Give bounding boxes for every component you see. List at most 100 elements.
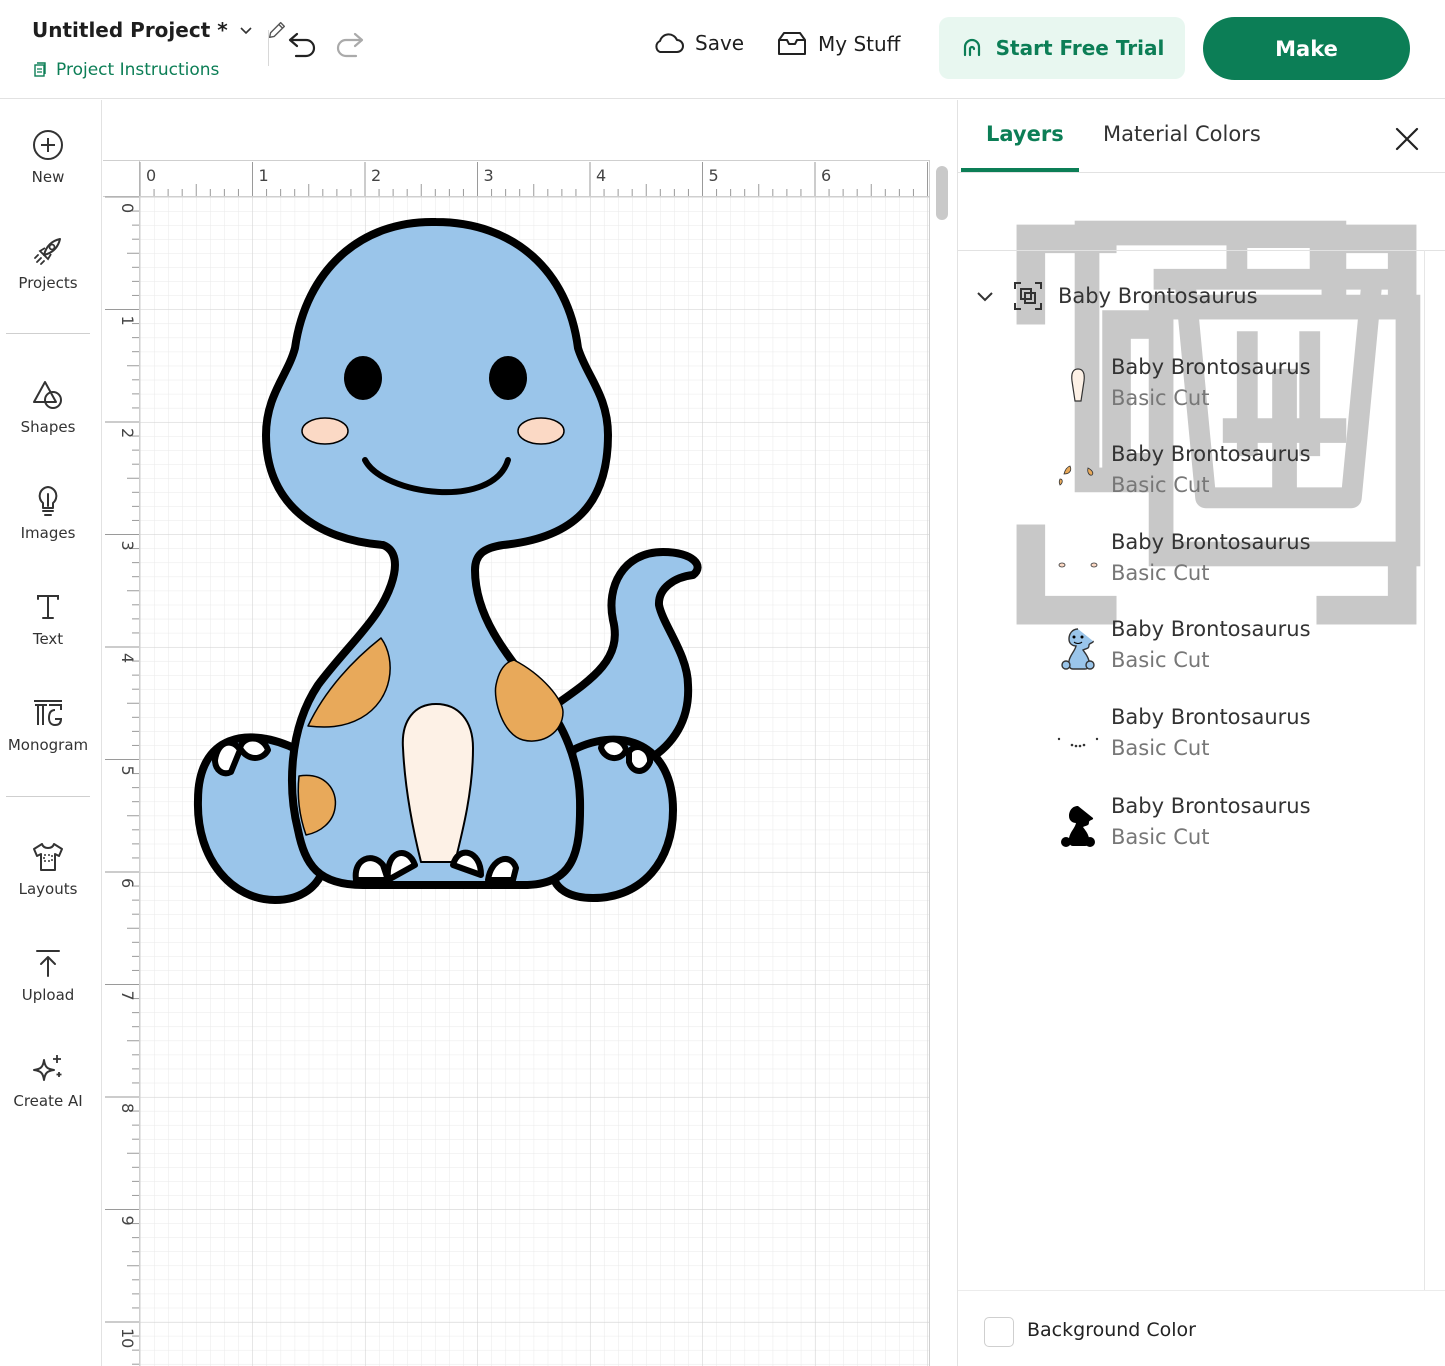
layer-thumbnail <box>1061 628 1095 670</box>
ruler-label-left: 2 <box>118 428 137 438</box>
layer-item[interactable]: Baby Brontosaurus Basic Cut <box>1054 705 1414 775</box>
toolbar-item-projects[interactable]: Projects <box>0 234 96 292</box>
dino-eye <box>489 356 527 400</box>
ruler-label-left: 4 <box>118 653 137 663</box>
panel-scroll-track <box>1424 250 1425 1290</box>
layer-thumbnail <box>1058 562 1098 568</box>
toolbar-label: Layouts <box>18 880 78 898</box>
start-free-trial-button[interactable]: Start Free Trial <box>939 17 1185 79</box>
background-color-checkbox[interactable] <box>984 1317 1014 1347</box>
project-title-menu[interactable]: Untitled Project * <box>32 18 288 42</box>
layer-item[interactable]: Baby Brontosaurus Basic Cut <box>1054 617 1414 687</box>
toolbar-item-text[interactable]: Text <box>0 590 96 648</box>
toolbar-item-upload[interactable]: Upload <box>0 946 96 1004</box>
background-color-label: Background Color <box>1027 1319 1196 1341</box>
close-icon[interactable] <box>1394 126 1420 152</box>
cloud-icon <box>655 33 684 53</box>
layer-item[interactable]: Baby Brontosaurus Basic Cut <box>1054 355 1414 425</box>
toolbar-item-new[interactable]: New <box>0 128 96 186</box>
toolbar-label: Monogram <box>7 736 89 754</box>
layer-item[interactable]: Baby Brontosaurus Basic Cut <box>1054 794 1414 864</box>
tab-layers[interactable]: Layers <box>986 122 1064 146</box>
toolbar-item-create-ai[interactable]: Create AI <box>0 1052 96 1110</box>
layer-operation: Basic Cut <box>1111 648 1210 672</box>
my-stuff-label: My Stuff <box>818 32 901 56</box>
ruler-label-top: 3 <box>484 166 494 185</box>
layer-operation: Basic Cut <box>1111 386 1210 410</box>
top-ruler <box>103 160 930 197</box>
toolbar-item-layouts[interactable]: Layouts <box>0 840 96 898</box>
redo-icon[interactable] <box>334 30 368 62</box>
ruler-label-top: 0 <box>146 166 156 185</box>
canvas-scrollbar[interactable] <box>936 166 948 220</box>
layer-operation: Basic Cut <box>1111 825 1210 849</box>
make-button[interactable]: Make <box>1203 17 1410 80</box>
tabs-divider <box>958 172 1445 173</box>
chevron-down-icon[interactable] <box>974 285 996 307</box>
trial-label: Start Free Trial <box>995 36 1165 60</box>
toolbar-item-monogram[interactable]: Monogram <box>0 696 96 754</box>
tab-material-colors[interactable]: Material Colors <box>1103 122 1261 146</box>
layer-name: Baby Brontosaurus <box>1111 617 1311 641</box>
layer-name: Baby Brontosaurus <box>1111 355 1311 379</box>
lightbulb-icon <box>38 486 58 516</box>
save-button[interactable]: Save <box>651 30 744 56</box>
ruler-label-left: 0 <box>118 203 137 213</box>
ruler-label-left: 3 <box>118 541 137 551</box>
ruler-label-left: 1 <box>118 316 137 326</box>
layer-thumbnail <box>1058 465 1094 486</box>
layer-operation: Basic Cut <box>1111 561 1210 585</box>
group-icon <box>1014 282 1042 310</box>
layer-group-row[interactable]: Baby Brontosaurus <box>974 280 1258 312</box>
actions-divider <box>958 250 1445 251</box>
chevron-down-icon[interactable] <box>238 22 254 38</box>
dino-cheek <box>517 417 565 445</box>
ruler-label-top: 4 <box>596 166 606 185</box>
plus-circle-icon <box>33 130 63 160</box>
toolbar-label: Images <box>20 524 76 542</box>
toolbar-label: Projects <box>18 274 78 292</box>
ruler-label-top: 5 <box>709 166 719 185</box>
layer-item[interactable]: Baby Brontosaurus Basic Cut <box>1054 442 1414 512</box>
project-title[interactable]: Untitled Project * <box>32 18 228 42</box>
ruler-label-top: 2 <box>371 166 381 185</box>
layer-thumbnail <box>1057 737 1099 748</box>
layer-item[interactable]: Baby Brontosaurus Basic Cut <box>1054 530 1414 600</box>
project-instructions-label: Project Instructions <box>56 60 220 80</box>
inbox-icon <box>778 32 806 55</box>
rocket-icon <box>34 238 61 265</box>
design-canvas[interactable]: 0 1 2 3 4 5 6 0 1 2 3 4 5 6 7 8 9 10 <box>103 100 956 1366</box>
layer-name: Baby Brontosaurus <box>1111 530 1311 554</box>
ruler-label-left: 5 <box>118 766 137 776</box>
layer-name: Baby Brontosaurus <box>1111 442 1311 466</box>
monogram-icon <box>34 700 63 727</box>
toolbar-label: Shapes <box>20 418 76 436</box>
canvas-grid: 0 1 2 3 4 5 6 0 1 2 3 4 5 6 7 8 9 10 <box>103 160 930 1366</box>
trial-icon <box>963 38 980 57</box>
top-header: Untitled Project * Project Instructions … <box>0 0 1445 99</box>
toolbar-item-images[interactable]: Images <box>0 484 96 542</box>
save-label: Save <box>695 31 745 55</box>
toolbar-label: Upload <box>21 986 75 1004</box>
layer-operation: Basic Cut <box>1111 473 1210 497</box>
layer-operation: Basic Cut <box>1111 736 1210 760</box>
toolbar-item-shapes[interactable]: Shapes <box>0 378 96 436</box>
upload-icon <box>36 950 60 977</box>
ruler-label-left: 9 <box>118 1216 137 1226</box>
layer-name: Baby Brontosaurus <box>1111 705 1311 729</box>
left-ruler <box>103 160 140 1366</box>
project-instructions-link[interactable]: Project Instructions <box>32 60 219 80</box>
text-icon <box>37 595 59 619</box>
shapes-icon <box>33 381 62 409</box>
undo-icon[interactable] <box>284 30 318 62</box>
toolbar-divider <box>6 333 90 334</box>
background-color-row: Background Color <box>958 1290 1445 1366</box>
ruler-label-left: 8 <box>118 1103 137 1113</box>
ruler-label-left: 7 <box>118 991 137 1001</box>
left-toolbar: New Projects Shapes Images Text Monogram… <box>0 100 102 1366</box>
toolbar-label: New <box>31 168 65 186</box>
group-name: Baby Brontosaurus <box>1058 284 1258 308</box>
layer-thumbnail <box>1071 368 1085 402</box>
my-stuff-button[interactable]: My Stuff <box>776 30 900 58</box>
layer-thumbnail <box>1061 806 1095 847</box>
